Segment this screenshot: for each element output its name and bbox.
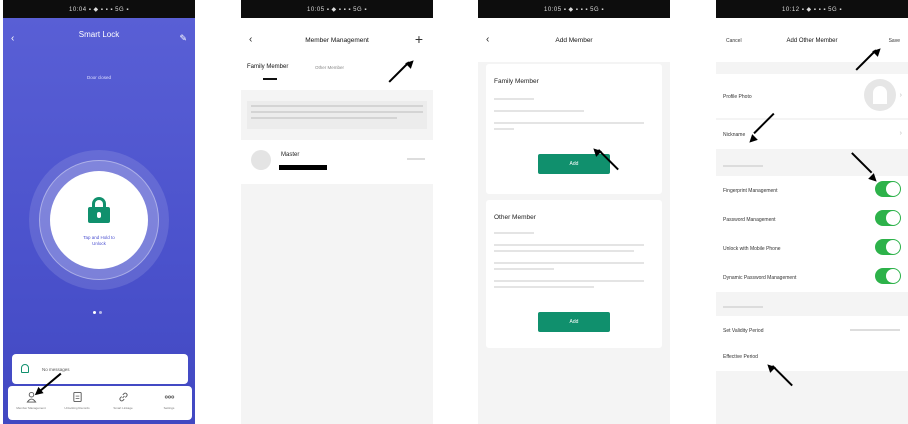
active-tab-indicator — [263, 78, 277, 80]
status-text: 10:12 ▪ ◆ ▪ ▪ ▪ 5G ▪ — [782, 6, 842, 13]
permission-fingerprint-row: Fingerprint Management — [716, 176, 908, 205]
chevron-right-icon: › — [899, 130, 902, 137]
family-member-panel: Family Member Add — [486, 64, 662, 194]
mobile-unlock-toggle[interactable] — [875, 239, 901, 255]
fingerprint-toggle[interactable] — [875, 181, 901, 197]
add-member-icon[interactable]: + — [415, 31, 423, 47]
add-family-member-button[interactable]: Add — [538, 154, 610, 174]
permission-mobile-row: Unlock with Mobile Phone — [716, 234, 908, 263]
status-bar: 10:04 ▪ ◆ ▪ ▪ ▪ 5G ▪ — [3, 0, 195, 18]
member-role — [407, 158, 425, 160]
nav-header: ‹ Add Member — [478, 18, 670, 62]
page-indicator — [93, 311, 102, 314]
page-title: Smart Lock — [78, 30, 120, 39]
link-icon — [118, 392, 128, 402]
smart-lock-home-screen: 10:04 ▪ ◆ ▪ ▪ ▪ 5G ▪ ‹ Smart Lock ✎ Door… — [3, 0, 195, 424]
records-icon — [72, 391, 82, 403]
nickname-row[interactable]: Nickname › — [716, 120, 908, 149]
nav-member-management[interactable]: Member Management — [8, 386, 54, 420]
unlock-hint: Tap and Hold to Unlock — [63, 235, 135, 247]
permission-dynamic-row: Dynamic Password Management — [716, 263, 908, 292]
lock-icon — [88, 197, 110, 223]
other-heading: Other Member — [494, 214, 536, 221]
avatar — [864, 79, 896, 111]
nav-label: Unlocking Records — [64, 406, 90, 410]
status-bar: 10:05 ▪ ◆ ▪ ▪ ▪ 5G ▪ — [478, 0, 670, 18]
edit-icon[interactable]: ✎ — [179, 33, 187, 44]
member-card[interactable]: Master — [241, 140, 433, 184]
page-title: Member Management — [305, 37, 369, 44]
message-bar[interactable]: No messages — [12, 354, 188, 384]
status-bar: 10:05 ▪ ◆ ▪ ▪ ▪ 5G ▪ — [241, 0, 433, 18]
permission-label: Unlock with Mobile Phone — [723, 246, 781, 252]
effective-period-row[interactable]: Effective Period — [716, 342, 908, 371]
status-bar: 10:12 ▪ ◆ ▪ ▪ ▪ 5G ▪ — [716, 0, 908, 18]
member-management-screen: 10:05 ▪ ◆ ▪ ▪ ▪ 5G ▪ ‹ Member Management… — [241, 0, 433, 424]
nav-settings[interactable]: Settings — [146, 386, 192, 420]
chevron-right-icon: › — [899, 92, 902, 99]
nav-label: Member Management — [16, 406, 46, 410]
permission-label: Fingerprint Management — [723, 188, 778, 194]
unlock-hint-line2: Unlock — [92, 241, 106, 246]
effective-label: Effective Period — [723, 354, 758, 360]
password-toggle[interactable] — [875, 210, 901, 226]
add-other-member-screen: 10:12 ▪ ◆ ▪ ▪ ▪ 5G ▪ Cancel Add Other Me… — [716, 0, 908, 424]
avatar — [251, 150, 271, 170]
tab-other-member[interactable]: Other Member — [315, 65, 344, 70]
add-other-member-button[interactable]: Add — [538, 312, 610, 332]
page-title: Add Other Member — [786, 38, 838, 44]
door-status: Door closed — [86, 75, 111, 80]
redaction-bar — [279, 165, 327, 170]
section-header-permissions — [723, 165, 763, 167]
other-member-panel: Other Member Add — [486, 200, 662, 348]
tab-family-member[interactable]: Family Member — [247, 64, 288, 70]
validity-label: Set Validity Period — [723, 328, 764, 334]
profile-photo-row[interactable]: Profile Photo › — [716, 74, 908, 118]
page-title: Add Member — [555, 37, 593, 44]
validity-value — [850, 329, 900, 331]
nav-label: Smart Linkage — [113, 406, 133, 410]
more-icon — [164, 395, 174, 399]
nav-header: ‹ Member Management + — [241, 18, 433, 62]
save-button[interactable]: Save — [889, 38, 900, 44]
nav-unlocking-records[interactable]: Unlocking Records — [54, 386, 100, 420]
nickname-label: Nickname — [723, 132, 746, 138]
permission-label: Password Management — [723, 217, 776, 223]
nav-smart-linkage[interactable]: Smart Linkage — [100, 386, 146, 420]
member-name: Master — [281, 152, 300, 158]
section-header-validity — [723, 306, 763, 308]
info-tip — [247, 101, 427, 129]
status-text: 10:05 ▪ ◆ ▪ ▪ ▪ 5G ▪ — [307, 6, 367, 13]
nav-label: Settings — [163, 406, 175, 410]
status-text: 10:04 ▪ ◆ ▪ ▪ ▪ 5G ▪ — [69, 6, 129, 13]
dynamic-password-toggle[interactable] — [875, 268, 901, 284]
family-heading: Family Member — [494, 78, 539, 85]
status-text: 10:05 ▪ ◆ ▪ ▪ ▪ 5G ▪ — [544, 6, 604, 13]
permission-password-row: Password Management — [716, 205, 908, 234]
profile-photo-label: Profile Photo — [723, 94, 752, 100]
permission-label: Dynamic Password Management — [723, 275, 797, 281]
bell-icon — [21, 364, 29, 373]
add-member-screen: 10:05 ▪ ◆ ▪ ▪ ▪ 5G ▪ ‹ Add Member Family… — [478, 0, 670, 424]
validity-row[interactable]: Set Validity Period — [716, 316, 908, 345]
message-text: No messages — [42, 367, 70, 372]
